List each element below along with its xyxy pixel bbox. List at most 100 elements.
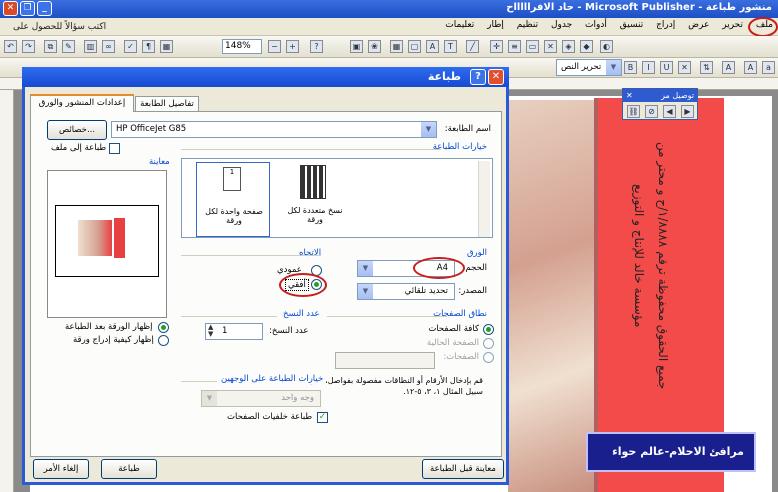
preview-box bbox=[47, 170, 167, 318]
border-icon[interactable]: ▭ bbox=[526, 40, 539, 53]
all-pages-radio[interactable] bbox=[483, 324, 494, 335]
print-backgrounds-checkbox[interactable]: ✓ bbox=[317, 412, 328, 423]
crosshair-icon[interactable]: ✛ bbox=[490, 40, 503, 53]
clipart-icon[interactable]: ❀ bbox=[368, 40, 381, 53]
menu-tools[interactable]: أدوات bbox=[580, 18, 612, 32]
range-hint: قم بإدخال الأرقام أو النطاقات مفصولة بفو… bbox=[308, 376, 483, 396]
printer-name-label: اسم الطابعة: bbox=[444, 124, 491, 134]
font-grow-icon[interactable]: A bbox=[744, 61, 757, 74]
frame-icon[interactable]: ▢ bbox=[408, 40, 421, 53]
pages-radio[interactable] bbox=[483, 352, 494, 363]
menu-help[interactable]: تعليمات bbox=[440, 18, 479, 32]
chevron-down-icon[interactable]: ▼ bbox=[358, 261, 373, 276]
tab-publication-paper[interactable]: إعدادات المنشور والورق bbox=[30, 94, 134, 112]
zoom-out-icon[interactable]: − bbox=[268, 40, 281, 53]
redo-icon[interactable]: ↷ bbox=[22, 40, 35, 53]
copy-icon[interactable]: ⧉ bbox=[44, 40, 57, 53]
menu-frame[interactable]: إطار bbox=[482, 18, 509, 32]
scrollbar[interactable] bbox=[478, 161, 490, 237]
vertical-ruler[interactable] bbox=[0, 90, 14, 492]
menu-insert[interactable]: إدراج bbox=[651, 18, 680, 32]
italic-icon[interactable]: I bbox=[642, 61, 655, 74]
close-icon[interactable]: ✕ bbox=[626, 89, 633, 102]
paper-source-combo[interactable]: تحديد تلقائي ▼ bbox=[357, 283, 455, 300]
menu-edit[interactable]: تحرير bbox=[717, 18, 748, 32]
print-options-group-label: خيارات الطباعة bbox=[430, 142, 489, 152]
close-frame-icon[interactable]: ✕ bbox=[678, 61, 691, 74]
print-button[interactable]: طباعة bbox=[101, 459, 157, 479]
page-photo-area[interactable] bbox=[508, 100, 594, 492]
help-search-box[interactable]: اكتب سؤالاً للحصول على bbox=[8, 20, 111, 34]
print-to-file-checkbox[interactable] bbox=[109, 143, 120, 154]
fill-icon[interactable]: ◈ bbox=[562, 40, 575, 53]
pages-input[interactable] bbox=[335, 352, 435, 369]
multiple-copies-icon bbox=[300, 165, 326, 199]
app-title: منشور طباعة - Microsoft Publisher - حاد … bbox=[506, 2, 772, 13]
printer-name-value: HP OfficeJet G85 bbox=[116, 124, 187, 134]
align-icon[interactable]: ≡ bbox=[508, 40, 521, 53]
menu-view[interactable]: عرض bbox=[683, 18, 714, 32]
fill-color-icon[interactable]: ◆ bbox=[580, 40, 593, 53]
chevron-down-icon[interactable]: ▼ bbox=[421, 122, 436, 137]
printer-name-combo[interactable]: HP OfficeJet G85 ▼ bbox=[111, 121, 437, 138]
restore-icon[interactable]: ❐ bbox=[20, 1, 35, 16]
line-icon[interactable]: ╱ bbox=[466, 40, 479, 53]
link-icon[interactable]: ∞ bbox=[102, 40, 115, 53]
font-shrink-icon[interactable]: a bbox=[762, 61, 775, 74]
menu-table[interactable]: جدول bbox=[546, 18, 577, 32]
table-icon[interactable]: ▦ bbox=[160, 40, 173, 53]
format-painter-icon[interactable]: ✎ bbox=[62, 40, 75, 53]
stepper-arrows-icon[interactable]: ▲ ▼ bbox=[208, 324, 213, 338]
copies-stepper[interactable]: 1 ▲ ▼ bbox=[205, 323, 263, 340]
divider bbox=[181, 381, 217, 382]
print-options-list[interactable]: 1 صفحة واحدة لكل ورقة نسخ متعددة لكل ورق… bbox=[181, 158, 493, 238]
preview-group-label: معاينة bbox=[147, 157, 172, 167]
delete-frame-icon[interactable]: ✕ bbox=[544, 40, 557, 53]
chevron-down-icon[interactable]: ▼ bbox=[358, 284, 373, 299]
columns-icon[interactable]: ▥ bbox=[84, 40, 97, 53]
current-page-label: الصفحة الحالية bbox=[426, 338, 479, 348]
help-icon[interactable]: ? bbox=[310, 40, 323, 53]
duplex-group-label: خيارات الطباعة على الوجهين bbox=[219, 374, 326, 384]
close-icon[interactable]: ✕ bbox=[3, 1, 18, 16]
close-icon[interactable]: ✕ bbox=[488, 69, 504, 85]
font-size-icon[interactable]: A bbox=[722, 61, 735, 74]
show-insert-radio[interactable] bbox=[158, 335, 169, 346]
zoom-combo[interactable]: 148% bbox=[222, 39, 262, 54]
textbox-icon[interactable]: T bbox=[444, 40, 457, 53]
underline-icon[interactable]: U bbox=[660, 61, 673, 74]
zoom-in-icon[interactable]: + bbox=[286, 40, 299, 53]
minimize-icon[interactable]: _ bbox=[37, 1, 52, 16]
all-pages-label: كافة الصفحات bbox=[428, 324, 479, 334]
shadow-icon[interactable]: ◐ bbox=[600, 40, 613, 53]
paragraph-icon[interactable]: ¶ bbox=[142, 40, 155, 53]
menu-format[interactable]: تنسيق bbox=[615, 18, 648, 32]
grid-icon[interactable]: ▦ bbox=[390, 40, 403, 53]
unlink-frame-icon[interactable]: ⊘ bbox=[645, 105, 658, 118]
divider bbox=[181, 255, 321, 256]
properties-button[interactable]: خصائص... bbox=[47, 120, 107, 140]
current-page-radio[interactable] bbox=[483, 338, 494, 349]
cancel-button[interactable]: إلغاء الأمر bbox=[33, 459, 89, 479]
option-single-page[interactable]: 1 صفحة واحدة لكل ورقة bbox=[196, 162, 270, 237]
wordart-icon[interactable]: A bbox=[426, 40, 439, 53]
picture-icon[interactable]: ▣ bbox=[350, 40, 363, 53]
option-multiple-copies[interactable]: نسخ متعددة لكل ورقة bbox=[278, 162, 352, 237]
show-paper-radio[interactable] bbox=[158, 322, 169, 333]
next-frame-icon[interactable]: ▶ bbox=[681, 105, 694, 118]
page-text-company[interactable]: مؤسسة خالد للإنتاج و التوزيع bbox=[632, 184, 646, 327]
prev-frame-icon[interactable]: ◀ bbox=[663, 105, 676, 118]
undo-icon[interactable]: ↶ bbox=[4, 40, 17, 53]
help-icon[interactable]: ? bbox=[470, 69, 486, 85]
bold-icon[interactable]: B bbox=[624, 61, 637, 74]
font-style-combo[interactable]: تحرير النص ▼ bbox=[556, 59, 622, 76]
page-text-rights[interactable]: جميع الحقوق محفوظة ترقم ١/٨٨٨٨/ح و محتر … bbox=[656, 142, 670, 389]
duplex-combo[interactable]: وجه واحد ▼ bbox=[201, 390, 321, 407]
text-direction-icon[interactable]: ⇅ bbox=[700, 61, 713, 74]
link-frame-icon[interactable]: ⛓ bbox=[627, 105, 640, 118]
menu-arrange[interactable]: تنظيم bbox=[512, 18, 543, 32]
spell-icon[interactable]: ✓ bbox=[124, 40, 137, 53]
print-preview-button[interactable]: معاينة قبل الطباعة bbox=[422, 459, 504, 479]
tab-printer-details[interactable]: تفاصيل الطابعة bbox=[135, 96, 199, 112]
chevron-down-icon[interactable]: ▼ bbox=[202, 391, 217, 406]
